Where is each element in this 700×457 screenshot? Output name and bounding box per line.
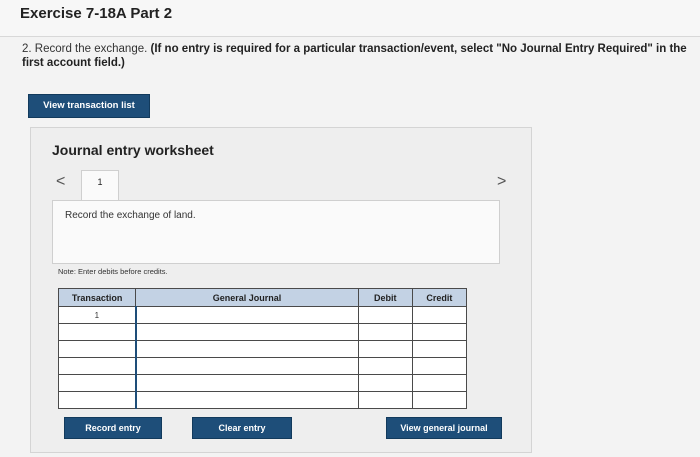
table-row — [57, 357, 468, 375]
debit-input[interactable] — [357, 340, 413, 358]
view-general-journal-button[interactable]: View general journal — [386, 417, 502, 439]
header-debit: Debit — [357, 288, 413, 307]
account-input[interactable] — [134, 357, 359, 375]
transaction-cell — [57, 374, 137, 392]
debit-input[interactable] — [357, 357, 413, 375]
credit-input[interactable] — [411, 374, 468, 392]
tab-1[interactable]: 1 — [81, 170, 119, 200]
table-row — [57, 340, 468, 358]
transaction-cell — [57, 357, 137, 375]
debit-input[interactable] — [357, 391, 413, 409]
credit-input[interactable] — [411, 323, 468, 341]
credit-input[interactable] — [411, 340, 468, 358]
description-text: Record the exchange of land. — [65, 210, 196, 221]
transaction-cell — [57, 323, 137, 341]
credit-input[interactable] — [411, 391, 468, 409]
table-row — [57, 323, 468, 341]
header-transaction: Transaction — [57, 288, 137, 307]
account-input[interactable] — [134, 306, 359, 324]
note-text: Note: Enter debits before credits. — [58, 267, 168, 276]
worksheet-title: Journal entry worksheet — [52, 142, 214, 158]
instruction-text: 2. Record the exchange. (If no entry is … — [22, 42, 696, 70]
credit-input[interactable] — [411, 357, 468, 375]
header-general-journal: General Journal — [135, 288, 359, 307]
transaction-cell — [57, 391, 137, 409]
table-row — [57, 391, 468, 409]
clear-entry-button[interactable]: Clear entry — [192, 417, 292, 439]
view-transaction-list-button[interactable]: View transaction list — [28, 94, 150, 118]
transaction-cell — [57, 340, 137, 358]
record-entry-button[interactable]: Record entry — [64, 417, 162, 439]
debit-input[interactable] — [357, 323, 413, 341]
chevron-left-icon[interactable]: < — [56, 173, 65, 191]
instruction-main: 2. Record the exchange. — [22, 43, 151, 55]
journal-entry-table: Transaction General Journal Debit Credit… — [57, 288, 468, 409]
table-row — [57, 374, 468, 392]
account-input[interactable] — [134, 374, 359, 392]
debit-input[interactable] — [357, 374, 413, 392]
chevron-right-icon[interactable]: > — [497, 173, 506, 191]
account-input[interactable] — [134, 323, 359, 341]
header-credit: Credit — [411, 288, 468, 307]
table-row: 1 — [57, 306, 468, 324]
account-input[interactable] — [134, 391, 359, 409]
page-title: Exercise 7-18A Part 2 — [20, 5, 173, 22]
account-input[interactable] — [134, 340, 359, 358]
table-header-row: Transaction General Journal Debit Credit — [57, 288, 468, 307]
debit-input[interactable] — [357, 306, 413, 324]
credit-input[interactable] — [411, 306, 468, 324]
transaction-cell: 1 — [57, 306, 137, 324]
